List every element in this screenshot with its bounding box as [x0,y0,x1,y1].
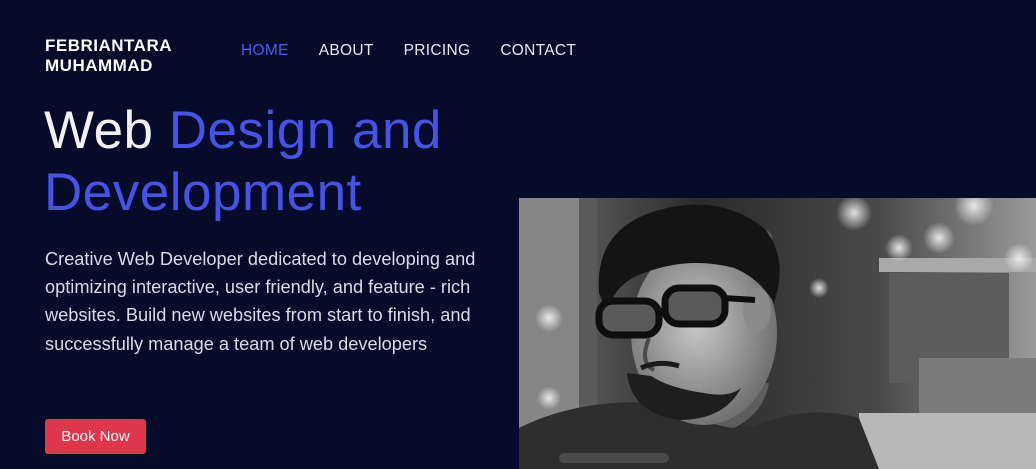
nav-link-pricing[interactable]: PRICING [404,42,471,60]
brand-name-line1: FEBRIANTARA [45,36,173,55]
profile-photo [519,198,1036,469]
brand-logo[interactable]: FEBRIANTARA MUHAMMAD [45,36,172,76]
hero-title: Web Design and Development [44,100,524,224]
book-now-button[interactable]: Book Now [45,419,146,454]
main-nav: HOME ABOUT PRICING CONTACT [241,42,576,60]
brand-name-line2: MUHAMMAD [45,56,153,75]
hero-title-plain: Web [44,101,154,160]
hero-description: Creative Web Developer dedicated to deve… [45,249,476,354]
nav-link-about[interactable]: ABOUT [319,42,374,60]
nav-link-contact[interactable]: CONTACT [500,42,576,60]
nav-link-home[interactable]: HOME [241,42,289,60]
profile-photo-illustration [519,198,1036,469]
